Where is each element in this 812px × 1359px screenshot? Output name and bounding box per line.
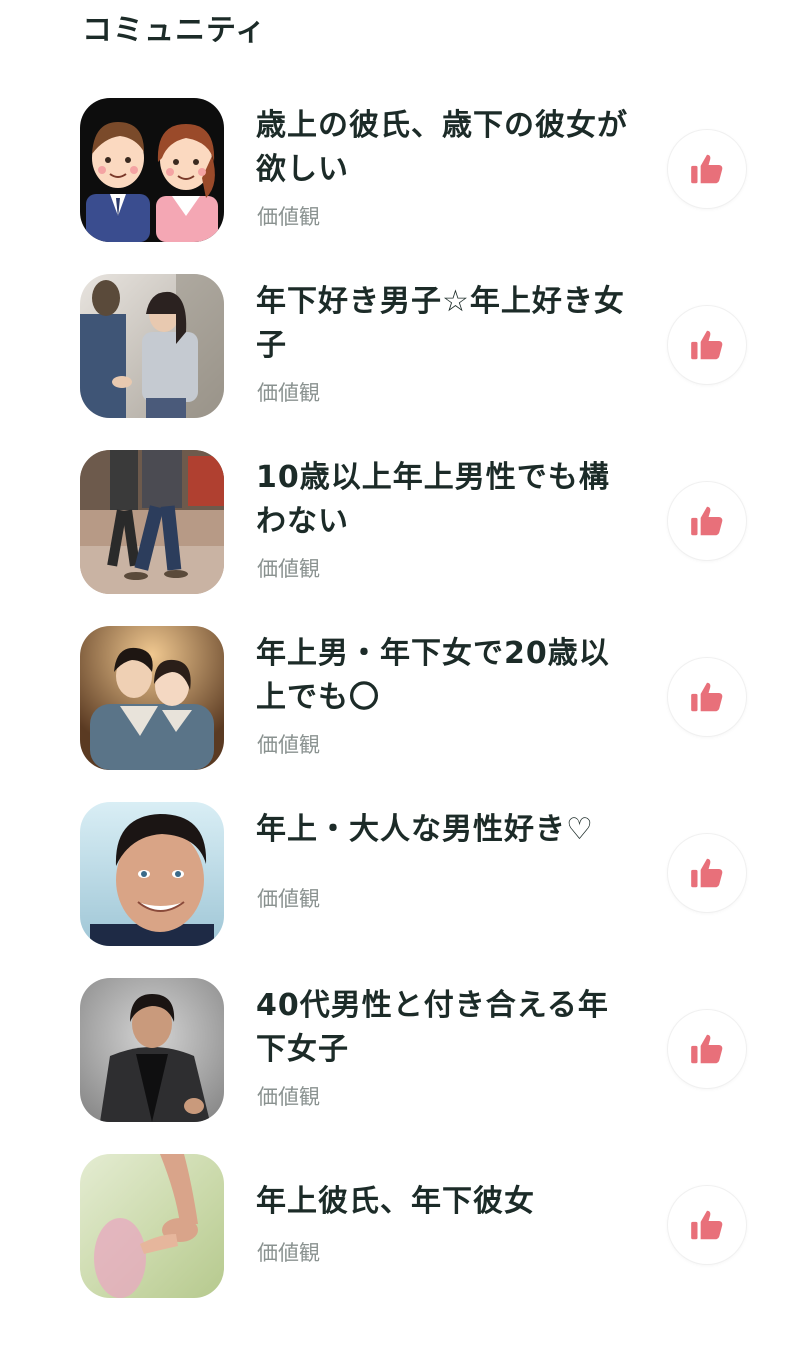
like-button[interactable] — [668, 306, 746, 384]
thumbs-up-icon — [691, 1210, 723, 1240]
community-category: 価値観 — [257, 733, 320, 757]
community-category: 価値観 — [257, 205, 320, 229]
section-title: コミュニティ — [82, 13, 267, 48]
community-category: 価値観 — [257, 1241, 320, 1265]
community-category: 価値観 — [257, 1085, 320, 1109]
like-button[interactable] — [668, 482, 746, 560]
community-thumbnail[interactable] — [80, 626, 224, 770]
thumbs-up-icon — [691, 858, 723, 888]
community-thumbnail[interactable] — [80, 98, 224, 242]
community-item[interactable]: 年上・大人な男性好き♡ 価値観 — [0, 802, 812, 952]
community-name: 年上彼氏、年下彼女 — [256, 1184, 535, 1219]
thumbs-up-icon — [691, 154, 723, 184]
community-item[interactable]: 年下好き男子☆年上好き女子 価値観 — [0, 274, 812, 424]
holding-hands-blur-photo — [80, 1154, 224, 1298]
community-category: 価値観 — [257, 557, 320, 581]
community-item[interactable]: 年上彼氏、年下彼女 価値観 — [0, 1154, 812, 1304]
community-thumbnail[interactable] — [80, 450, 224, 594]
community-name: 歳上の彼氏、歳下の彼女が欲しい — [256, 108, 628, 187]
smiling-man-photo — [80, 802, 224, 946]
community-name: 年下好き男子☆年上好き女子 — [256, 284, 625, 363]
like-button[interactable] — [668, 1010, 746, 1088]
community-category: 価値観 — [257, 381, 320, 405]
thumbs-up-icon — [691, 1034, 723, 1064]
like-button[interactable] — [668, 658, 746, 736]
thumbs-up-icon — [691, 506, 723, 536]
couple-cartoon-image — [80, 98, 224, 242]
thumbs-up-icon — [691, 682, 723, 712]
man-in-suit-photo — [80, 978, 224, 1122]
community-name: 年上男・年下女で20歳以上でも〇 — [256, 636, 610, 715]
couple-kimono-photo — [80, 626, 224, 770]
community-name: 年上・大人な男性好き♡ — [256, 812, 594, 847]
community-item[interactable]: 40代男性と付き合える年下女子 価値観 — [0, 978, 812, 1128]
community-thumbnail[interactable] — [80, 802, 224, 946]
like-button[interactable] — [668, 130, 746, 208]
community-item[interactable]: 歳上の彼氏、歳下の彼女が欲しい 価値観 — [0, 98, 812, 248]
community-thumbnail[interactable] — [80, 274, 224, 418]
community-category: 価値観 — [257, 887, 320, 911]
community-name: 10歳以上年上男性でも構わない — [256, 460, 610, 539]
thumbs-up-icon — [691, 330, 723, 360]
community-item[interactable]: 年上男・年下女で20歳以上でも〇 価値観 — [0, 626, 812, 776]
walking-couple-photo — [80, 450, 224, 594]
like-button[interactable] — [668, 1186, 746, 1264]
community-item[interactable]: 10歳以上年上男性でも構わない 価値観 — [0, 450, 812, 600]
like-button[interactable] — [668, 834, 746, 912]
community-name: 40代男性と付き合える年下女子 — [256, 988, 609, 1067]
couple-holding-hands-photo — [80, 274, 224, 418]
community-thumbnail[interactable] — [80, 978, 224, 1122]
community-thumbnail[interactable] — [80, 1154, 224, 1298]
